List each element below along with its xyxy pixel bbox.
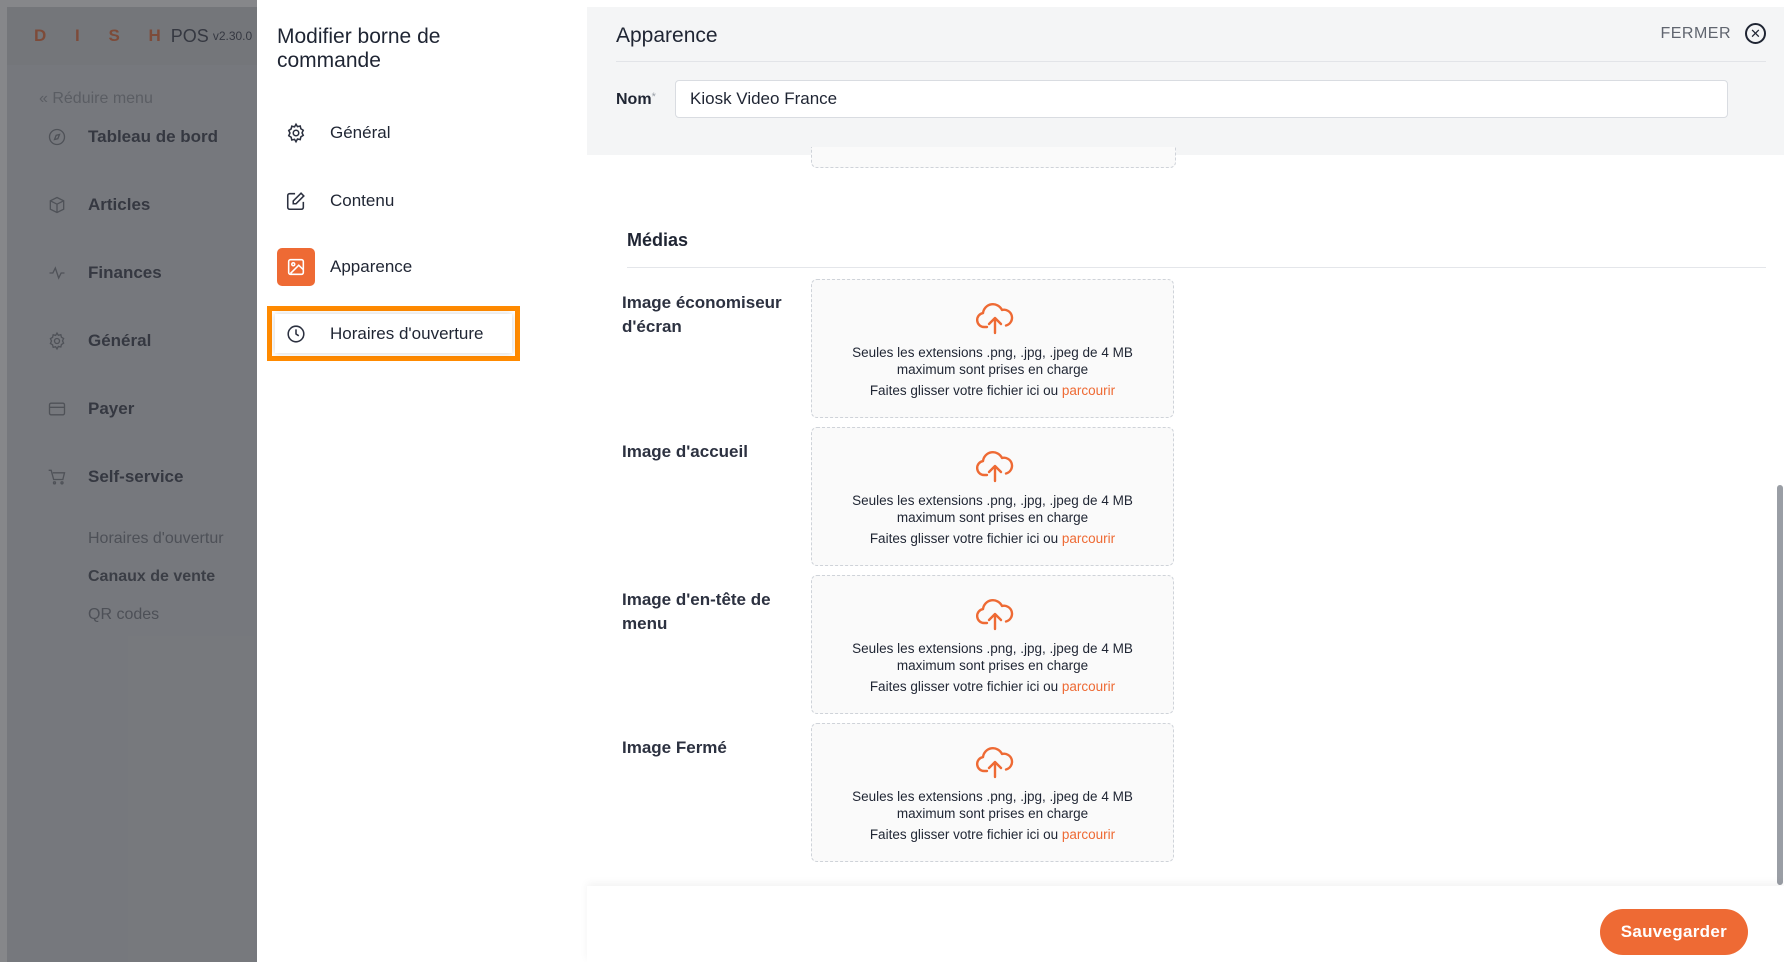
- previous-dropzone-tail: [811, 147, 1176, 168]
- modal-title: Modifier borne de commande: [277, 25, 441, 72]
- name-label: Nom*: [616, 91, 656, 109]
- gear-icon: [277, 114, 315, 152]
- menu-item-content[interactable]: Contenu: [277, 182, 394, 220]
- save-button[interactable]: Sauvegarder: [1599, 909, 1748, 955]
- upload-drag-text: Faites glisser votre fichier ici ou parc…: [869, 383, 1116, 398]
- browse-link[interactable]: parcourir: [1062, 383, 1115, 398]
- subnav-item-opening-hours[interactable]: Horaires d'ouvertur: [88, 530, 224, 548]
- main-panel: Apparence FERMER ✕ Nom* Médias Image éco…: [587, 7, 1784, 962]
- close-label: FERMER: [1660, 24, 1731, 42]
- activity-icon: [46, 262, 68, 284]
- upload-hint: Seules les extensions .png, .jpg, .jpeg …: [852, 493, 1133, 525]
- menu-item-label: Horaires d'ouverture: [330, 324, 484, 343]
- nav-item-label: Articles: [88, 195, 151, 214]
- media-label-screensaver: Image économiseur d'écran: [622, 293, 782, 336]
- nav-item-label: Payer: [88, 399, 135, 418]
- menu-item-label: Apparence: [330, 257, 413, 276]
- upload-cloud-icon: [975, 596, 1015, 632]
- upload-drag-text: Faites glisser votre fichier ici ou parc…: [869, 531, 1116, 546]
- upload-hint: Seules les extensions .png, .jpg, .jpeg …: [852, 641, 1133, 673]
- nav-item-self-service[interactable]: Self-service: [46, 466, 183, 488]
- clock-icon: [277, 315, 315, 353]
- name-label-text: Nom: [616, 91, 652, 108]
- nav-item-label: Finances: [88, 263, 162, 282]
- media-label-menu-header: Image d'en-tête de menu: [622, 590, 771, 633]
- app-version: v2.30.0: [212, 29, 253, 43]
- brand-letters: D I S H: [34, 26, 173, 45]
- nav-item-label: Self-service: [88, 467, 184, 486]
- required-mark: *: [651, 91, 656, 103]
- media-section-title: Médias: [627, 230, 689, 250]
- menu-item-label: Général: [330, 123, 391, 142]
- upload-cloud-icon: [975, 744, 1015, 780]
- dropzone-welcome[interactable]: Seules les extensions .png, .jpg, .jpeg …: [811, 427, 1174, 566]
- media-label-welcome: Image d'accueil: [622, 442, 748, 461]
- header-divider: [616, 61, 1766, 62]
- cart-icon: [46, 466, 68, 488]
- menu-item-appearance[interactable]: Apparence: [277, 248, 412, 286]
- menu-item-general[interactable]: Général: [277, 114, 390, 152]
- reduce-menu-link[interactable]: « Réduire menu: [39, 90, 153, 108]
- upload-hint: Seules les extensions .png, .jpg, .jpeg …: [852, 789, 1133, 821]
- upload-cloud-icon: [975, 300, 1015, 336]
- upload-drag-text: Faites glisser votre fichier ici ou parc…: [869, 679, 1116, 694]
- box-icon: [46, 194, 68, 216]
- dropzone-screensaver[interactable]: Seules les extensions .png, .jpg, .jpeg …: [811, 279, 1174, 418]
- main-header: Apparence FERMER ✕ Nom*: [587, 7, 1784, 155]
- nav-item-finances[interactable]: Finances: [46, 262, 162, 284]
- dropzone-menu-header[interactable]: Seules les extensions .png, .jpg, .jpeg …: [811, 575, 1174, 714]
- modal-footer: Sauvegarder: [587, 886, 1784, 962]
- nav-item-dashboard[interactable]: Tableau de bord: [46, 126, 218, 148]
- section-divider: [627, 267, 1766, 268]
- edit-icon: [277, 182, 315, 220]
- media-label-closed: Image Fermé: [622, 738, 727, 757]
- close-button[interactable]: FERMER ✕: [1660, 23, 1766, 44]
- app-logo: D I S H POS v2.30.0: [7, 7, 257, 65]
- menu-item-opening-hours[interactable]: Horaires d'ouverture: [277, 315, 483, 353]
- page-title: Apparence: [616, 24, 718, 47]
- scrollbar-thumb[interactable]: [1777, 485, 1783, 885]
- close-icon: ✕: [1745, 23, 1766, 44]
- modal-menu: Modifier borne de commande Général Conte…: [257, 7, 587, 962]
- nav-item-articles[interactable]: Articles: [46, 194, 150, 216]
- subnav-item-sales-channels[interactable]: Canaux de vente: [88, 568, 215, 586]
- nav-item-payer[interactable]: Payer: [46, 398, 134, 420]
- dashboard-icon: [46, 126, 68, 148]
- gear-icon: [46, 330, 68, 352]
- browse-link[interactable]: parcourir: [1062, 531, 1115, 546]
- browse-link[interactable]: parcourir: [1062, 827, 1115, 842]
- brand-name: POS: [170, 25, 209, 46]
- name-input[interactable]: [675, 80, 1728, 118]
- nav-item-label: Général: [88, 331, 152, 350]
- nav-item-label: Tableau de bord: [88, 127, 219, 146]
- dropzone-closed[interactable]: Seules les extensions .png, .jpg, .jpeg …: [811, 723, 1174, 862]
- upload-cloud-icon: [975, 448, 1015, 484]
- browse-link[interactable]: parcourir: [1062, 679, 1115, 694]
- upload-drag-text: Faites glisser votre fichier ici ou parc…: [869, 827, 1116, 842]
- subnav-item-qr-codes[interactable]: QR codes: [88, 606, 159, 624]
- credit-card-icon: [46, 398, 68, 420]
- upload-hint: Seules les extensions .png, .jpg, .jpeg …: [852, 345, 1133, 377]
- nav-item-general[interactable]: Général: [46, 330, 151, 352]
- image-icon: [277, 248, 315, 286]
- menu-item-label: Contenu: [330, 191, 395, 210]
